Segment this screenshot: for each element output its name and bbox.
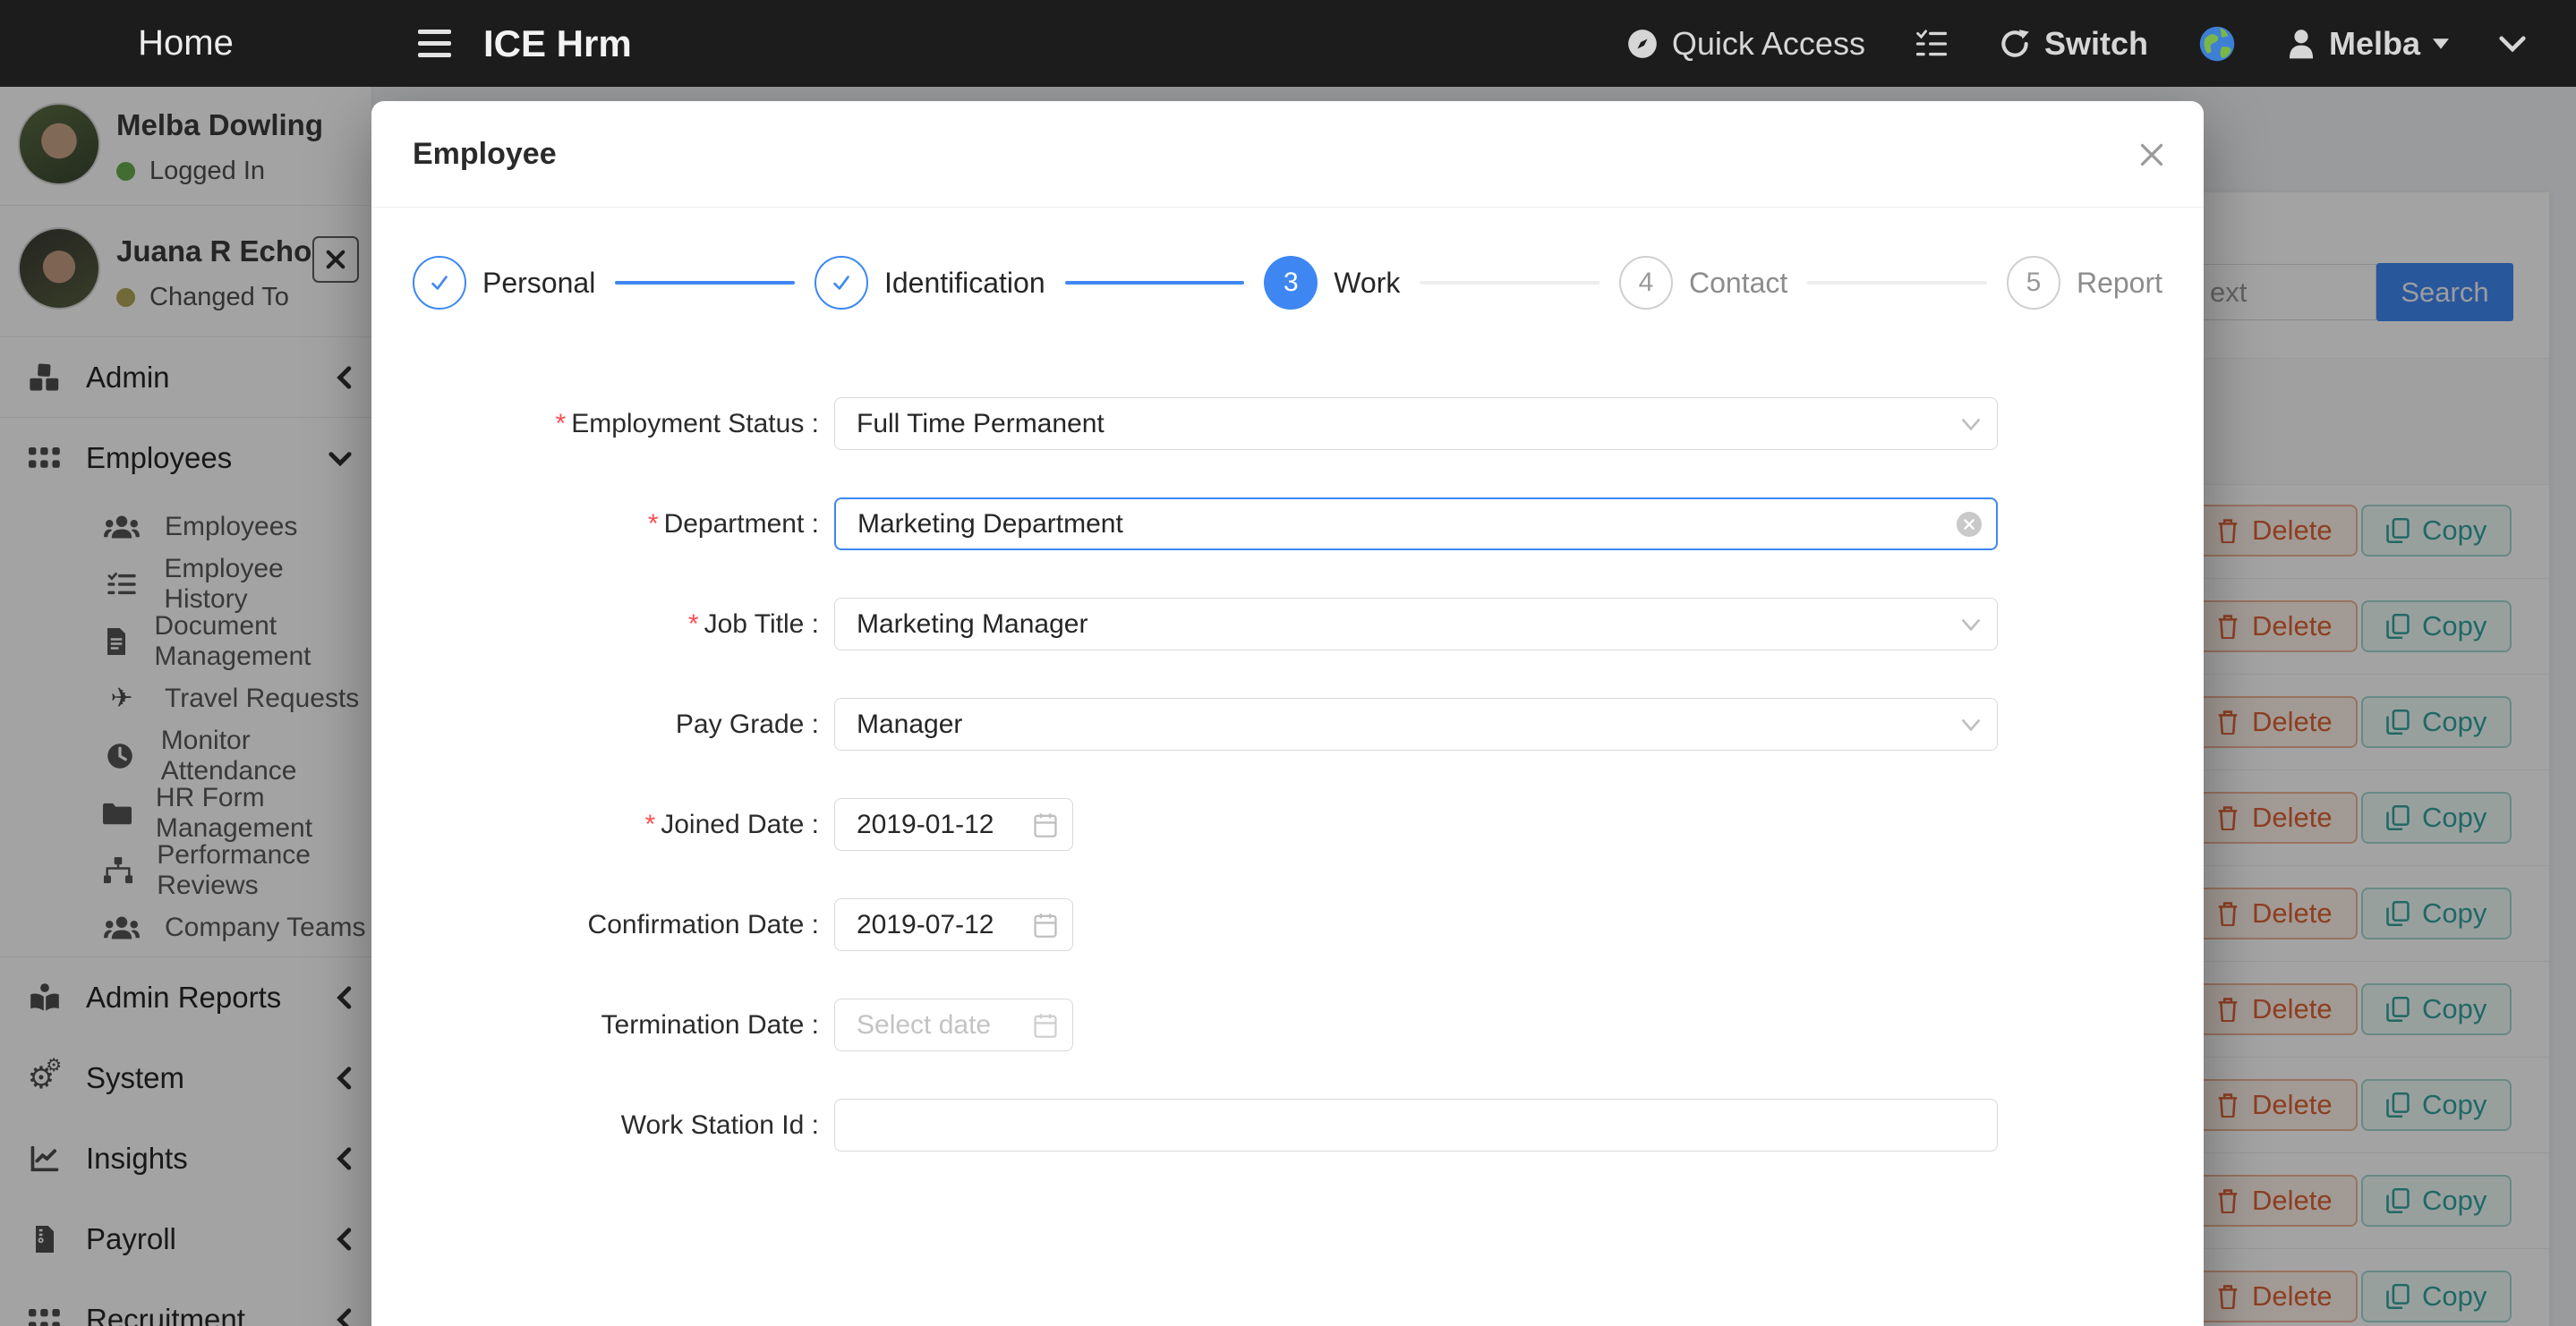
switch-label: Switch (2044, 25, 2148, 63)
hamburger-icon[interactable] (418, 30, 451, 57)
field-label: *Job Title : (413, 609, 834, 640)
nav-right-cluster: Quick Access S (1625, 25, 2576, 63)
field-label: Pay Grade : (413, 710, 834, 740)
user-name: Melba (2329, 25, 2420, 63)
step-report[interactable]: 5 Report (2007, 256, 2162, 310)
switch-refresh-icon (1998, 27, 2032, 61)
joined-date-value[interactable] (834, 798, 1073, 851)
step-connector (1807, 281, 1987, 285)
step-personal[interactable]: Personal (413, 256, 595, 310)
job-title-value[interactable] (834, 598, 1998, 650)
compass-icon (1625, 27, 1659, 61)
close-icon[interactable] (2134, 137, 2170, 173)
termination-date-value[interactable] (834, 999, 1073, 1051)
field-pay-grade: Pay Grade : (413, 698, 2161, 751)
top-navbar: Home ICE Hrm Quick Access (0, 0, 2576, 87)
task-list-icon[interactable] (1915, 29, 1948, 59)
field-label: Confirmation Date : (413, 910, 834, 940)
employment-status-select[interactable] (834, 397, 1998, 450)
step-check-icon (815, 256, 868, 310)
modal-header: Employee (371, 101, 2204, 208)
field-work-station-id: Work Station Id : (413, 1099, 2161, 1152)
quick-access-label: Quick Access (1672, 25, 1865, 63)
joined-date-picker[interactable] (834, 798, 1073, 851)
step-contact[interactable]: 4 Contact (1619, 256, 1787, 310)
step-connector (1420, 281, 1599, 285)
department-value[interactable] (834, 497, 1998, 550)
caret-down-icon (2433, 38, 2449, 49)
step-number: 3 (1264, 256, 1318, 310)
step-identification[interactable]: Identification (815, 256, 1045, 310)
termination-date-picker[interactable] (834, 999, 1073, 1051)
department-select[interactable] (834, 497, 1998, 550)
step-work[interactable]: 3 Work (1264, 256, 1400, 310)
field-termination-date: Termination Date : (413, 999, 2161, 1051)
app: Home ICE Hrm Quick Access (0, 0, 2576, 1326)
step-label: Identification (884, 267, 1045, 300)
field-joined-date: *Joined Date : (413, 798, 2161, 851)
pay-grade-select[interactable] (834, 698, 1998, 751)
field-label: *Department : (413, 509, 834, 540)
employment-status-value[interactable] (834, 397, 1998, 450)
quick-access-button[interactable]: Quick Access (1625, 25, 1865, 63)
employee-modal: Employee Personal Identification (371, 101, 2204, 1326)
step-label: Work (1334, 267, 1400, 300)
work-form: *Employment Status : *Department : (371, 358, 2204, 1152)
field-department: *Department : (413, 497, 2161, 550)
globe-language-icon[interactable] (2198, 25, 2236, 63)
step-label: Personal (482, 267, 595, 300)
field-label: *Joined Date : (413, 810, 834, 840)
step-check-icon (413, 256, 466, 310)
switch-button[interactable]: Switch (1998, 25, 2148, 63)
clear-icon[interactable] (1957, 512, 1982, 537)
confirmation-date-picker[interactable] (834, 898, 1073, 951)
field-label: Work Station Id : (413, 1110, 834, 1141)
wizard-steps: Personal Identification 3 Work 4 Contact (371, 208, 2204, 358)
step-connector (615, 281, 795, 285)
field-label: Termination Date : (413, 1010, 834, 1041)
work-station-id-field[interactable] (834, 1099, 1998, 1152)
app-brand: ICE Hrm (483, 22, 632, 65)
nav-home-link[interactable]: Home (0, 23, 371, 64)
step-label: Report (2077, 267, 2162, 300)
field-job-title: *Job Title : (413, 598, 2161, 650)
work-station-id-value[interactable] (834, 1099, 1998, 1152)
step-number: 5 (2007, 256, 2060, 310)
person-icon (2286, 28, 2316, 60)
job-title-select[interactable] (834, 598, 1998, 650)
confirmation-date-value[interactable] (834, 898, 1073, 951)
step-connector (1065, 281, 1245, 285)
modal-title: Employee (413, 101, 557, 208)
pay-grade-value[interactable] (834, 698, 1998, 751)
clear-icon-wrap (1957, 512, 1982, 537)
chevron-down-icon[interactable] (2499, 36, 2526, 52)
field-label: *Employment Status : (413, 409, 834, 439)
field-employment-status: *Employment Status : (413, 397, 2161, 450)
user-menu[interactable]: Melba (2286, 25, 2449, 63)
step-label: Contact (1689, 267, 1787, 300)
field-confirmation-date: Confirmation Date : (413, 898, 2161, 951)
step-number: 4 (1619, 256, 1673, 310)
